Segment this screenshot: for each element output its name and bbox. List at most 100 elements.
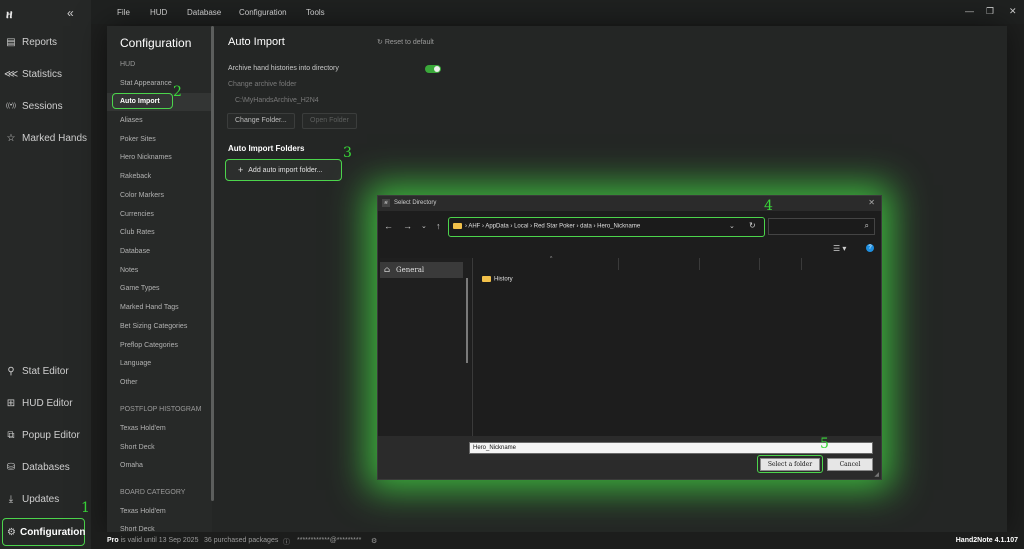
- restore-icon[interactable]: ❐: [986, 6, 994, 17]
- nav-label: HUD Editor: [22, 397, 73, 409]
- dialog-title: Select Directory: [394, 200, 437, 206]
- view-options-icon[interactable]: ☰ ▾: [833, 244, 846, 253]
- help-icon[interactable]: ?: [866, 244, 874, 252]
- database-icon: ⛁: [6, 461, 16, 473]
- menu-hud[interactable]: HUD: [150, 8, 167, 17]
- breadcrumb-item[interactable]: Red Star Poker: [534, 224, 575, 230]
- search-input[interactable]: ⌕: [768, 218, 875, 235]
- menu-configuration[interactable]: Configuration: [239, 8, 287, 17]
- config-header-postflop: POSTFLOP HISTOGRAM: [120, 406, 202, 413]
- nav-databases[interactable]: ⛁ Databases: [0, 453, 91, 481]
- config-item-language[interactable]: Language: [120, 360, 151, 367]
- config-item-database[interactable]: Database: [120, 248, 150, 255]
- app-version: Hand2Note 4.1.107: [955, 537, 1018, 544]
- config-item-short-deck[interactable]: Short Deck: [120, 444, 155, 451]
- config-scrollbar[interactable]: [211, 26, 214, 501]
- config-item-aliases[interactable]: Aliases: [120, 117, 143, 124]
- config-item-poker-sites[interactable]: Poker Sites: [120, 136, 156, 143]
- add-button-label: Add auto import folder...: [248, 166, 323, 174]
- pane-splitter[interactable]: [472, 258, 473, 436]
- nav-general[interactable]: ⌂ General: [380, 262, 463, 278]
- step-marker-1: 1: [81, 500, 90, 516]
- folder-name-input[interactable]: Hero_Nickname: [469, 442, 873, 454]
- nav-label: Popup Editor: [22, 429, 80, 441]
- address-bar[interactable]: › AHF › AppData › Local › Red Star Poker…: [448, 217, 765, 237]
- config-item-auto-import[interactable]: Auto Import: [112, 93, 173, 109]
- nav-label: Sessions: [22, 100, 63, 112]
- packages-count: 36 purchased packages: [204, 537, 279, 544]
- config-item-color-markers[interactable]: Color Markers: [120, 192, 164, 199]
- change-folder-button[interactable]: Change Folder...: [227, 113, 295, 129]
- address-dropdown-icon[interactable]: ⌄: [729, 222, 735, 230]
- breadcrumb-item[interactable]: Local: [514, 224, 528, 230]
- nav-popup-editor[interactable]: ⧉ Popup Editor: [0, 421, 91, 449]
- config-item-club-rates[interactable]: Club Rates: [120, 229, 155, 236]
- settings-icon[interactable]: ⚙: [371, 537, 377, 545]
- config-item-preflop-categories[interactable]: Preflop Categories: [120, 342, 178, 349]
- menu-database[interactable]: Database: [187, 8, 221, 17]
- home-icon: ⌂: [384, 265, 391, 274]
- folder-item-history[interactable]: History: [482, 276, 513, 283]
- nav-hud-editor[interactable]: ⊞ HUD Editor: [0, 389, 91, 417]
- menu-bar: File HUD Database Configuration Tools — …: [91, 0, 1024, 24]
- column-divider[interactable]: [801, 258, 802, 270]
- open-folder-button[interactable]: Open Folder: [302, 113, 357, 129]
- page-title: Auto Import: [228, 36, 285, 48]
- config-item-rakeback[interactable]: Rakeback: [120, 173, 151, 180]
- change-archive-folder-label: Change archive folder: [228, 81, 297, 88]
- config-item-texas-holdem[interactable]: Texas Hold'em: [120, 425, 166, 432]
- hud-edit-icon: ⊞: [6, 397, 16, 409]
- cancel-button[interactable]: Cancel: [827, 458, 873, 471]
- nav-pane-scrollbar[interactable]: [466, 278, 468, 363]
- config-item-hero-nicknames[interactable]: Hero Nicknames: [120, 154, 172, 161]
- folder-icon: [482, 276, 491, 282]
- reset-to-default-button[interactable]: ↻ Reset to default: [377, 38, 434, 46]
- left-nav: ዘ « ▤ Reports ⋘ Statistics ((•)) Session…: [0, 0, 91, 549]
- config-item-board-texas-holdem[interactable]: Texas Hold'em: [120, 508, 166, 515]
- nav-sessions[interactable]: ((•)) Sessions: [0, 92, 91, 120]
- nav-reports[interactable]: ▤ Reports: [0, 28, 91, 56]
- nav-marked-hands[interactable]: ☆ Marked Hands: [0, 124, 91, 152]
- minimize-icon[interactable]: —: [965, 6, 974, 16]
- close-icon[interactable]: ✕: [1009, 6, 1017, 17]
- menu-file[interactable]: File: [117, 8, 130, 17]
- star-icon: ☆: [6, 132, 16, 144]
- nav-statistics[interactable]: ⋘ Statistics: [0, 60, 91, 88]
- breadcrumb-item[interactable]: data: [580, 224, 592, 230]
- config-item-marked-hand-tags[interactable]: Marked Hand Tags: [120, 304, 179, 311]
- config-item-stat-appearance[interactable]: Stat Appearance: [120, 80, 172, 87]
- collapse-nav-icon[interactable]: «: [67, 6, 74, 20]
- archive-path: C:\MyHandsArchive_H2N4: [235, 97, 319, 104]
- step-marker-4: 4: [764, 198, 773, 214]
- config-item-omaha[interactable]: Omaha: [120, 462, 143, 469]
- forward-arrow-icon[interactable]: →: [403, 221, 412, 231]
- nav-stat-editor[interactable]: ⚲ Stat Editor: [0, 357, 91, 385]
- archive-toggle[interactable]: [425, 65, 441, 73]
- column-divider[interactable]: [618, 258, 619, 270]
- info-icon[interactable]: ⓘ: [283, 537, 290, 547]
- breadcrumb-item[interactable]: Hero_Nickname: [597, 224, 640, 230]
- config-item-currencies[interactable]: Currencies: [120, 211, 154, 218]
- nav-configuration[interactable]: ⚙ Configuration: [2, 518, 86, 546]
- config-item-bet-sizing[interactable]: Bet Sizing Categories: [120, 323, 187, 330]
- recent-dropdown-icon[interactable]: ⌄: [421, 222, 427, 230]
- config-item-other[interactable]: Other: [120, 379, 138, 386]
- add-auto-import-folder-button[interactable]: + Add auto import folder...: [225, 159, 342, 181]
- back-arrow-icon[interactable]: ←: [384, 221, 393, 231]
- config-item-notes[interactable]: Notes: [120, 267, 138, 274]
- menu-tools[interactable]: Tools: [306, 8, 325, 17]
- select-folder-button[interactable]: Select a folder: [760, 458, 820, 471]
- nav-label: Statistics: [22, 68, 63, 80]
- dialog-close-icon[interactable]: ✕: [868, 198, 875, 207]
- column-divider[interactable]: [759, 258, 760, 270]
- resize-grip-icon[interactable]: ◢: [874, 471, 879, 478]
- breadcrumb-item[interactable]: AppData: [485, 224, 508, 230]
- step-marker-2: 2: [173, 84, 182, 100]
- column-divider[interactable]: [699, 258, 700, 270]
- nav-updates[interactable]: ⤓ Updates: [0, 485, 91, 513]
- config-item-game-types[interactable]: Game Types: [120, 285, 160, 292]
- breadcrumb-item[interactable]: AHF: [468, 224, 480, 230]
- nav-label: Marked Hands: [22, 132, 88, 144]
- up-arrow-icon[interactable]: ↑: [436, 221, 441, 231]
- refresh-icon[interactable]: ↻: [749, 221, 756, 230]
